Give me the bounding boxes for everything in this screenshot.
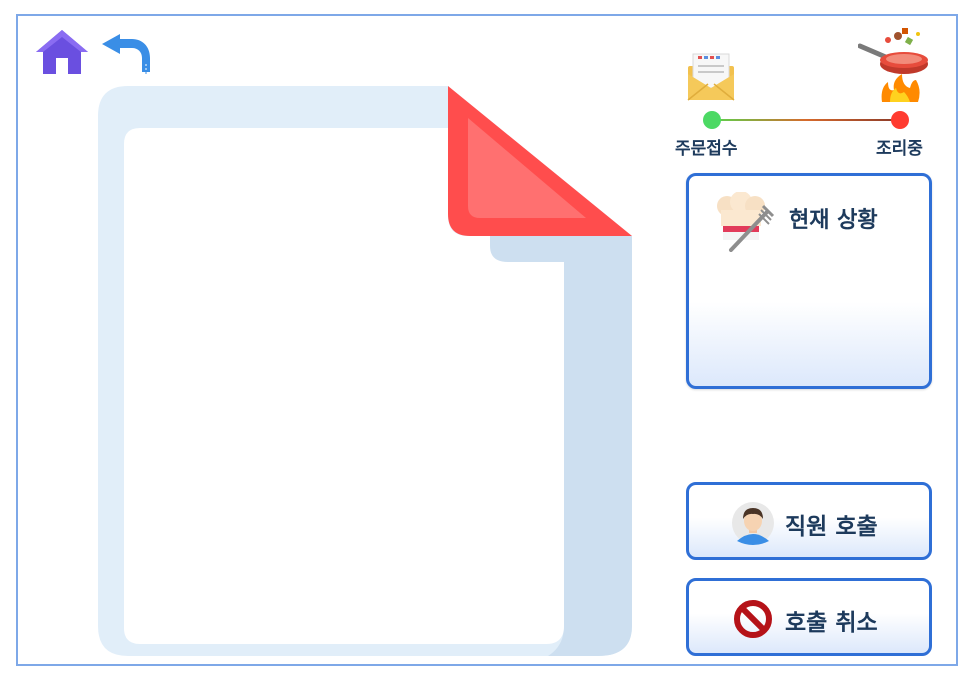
step-label-cooking: 조리중	[876, 139, 923, 159]
status-panel-title: 현재 상황	[789, 208, 878, 233]
back-arrow-icon[interactable]	[98, 26, 152, 76]
current-status-panel: 현재 상황	[686, 173, 932, 389]
cancel-call-button[interactable]: 호출 취소	[686, 578, 932, 656]
order-received-envelope-icon	[686, 52, 736, 102]
home-icon[interactable]	[34, 28, 90, 76]
prohibited-icon	[733, 599, 773, 639]
cancel-call-label: 호출 취소	[785, 610, 878, 636]
call-staff-label: 직원 호출	[785, 514, 878, 540]
step-dot-cooking	[891, 111, 909, 129]
call-staff-button[interactable]: 직원 호출	[686, 482, 932, 560]
step-dot-received	[703, 111, 721, 129]
staff-avatar-icon	[731, 501, 775, 545]
tracker-progress-line	[712, 119, 900, 121]
step-label-received: 주문접수	[675, 139, 738, 159]
receipt-document-icon	[98, 86, 638, 658]
cooking-frying-pan-icon	[857, 26, 934, 104]
chef-hat-fork-icon	[715, 191, 777, 252]
